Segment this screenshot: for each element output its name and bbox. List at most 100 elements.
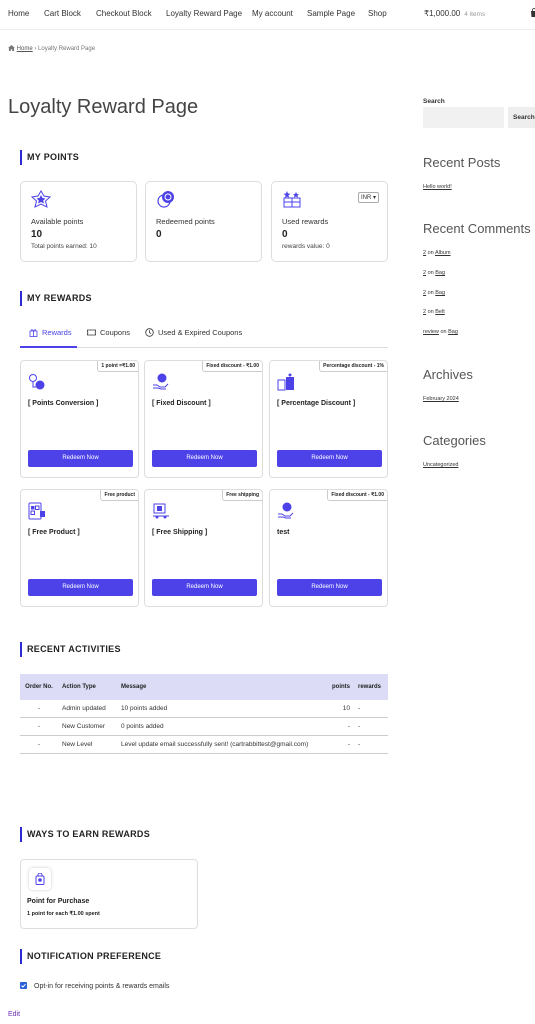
comment-author[interactable]: 2 — [423, 290, 426, 296]
category-link[interactable]: Uncategorized — [423, 462, 458, 468]
search-input[interactable] — [423, 107, 504, 128]
reward-card-test: Fixed discount - ₹1.00 test Redeem Now — [269, 489, 388, 607]
optin-checkbox[interactable] — [20, 982, 27, 989]
available-points-value: 10 — [31, 229, 43, 240]
reward-card-percentage-discount: Percentage discount - 1% [ Percentage Di… — [269, 360, 388, 478]
cell-action: New Level — [58, 735, 117, 754]
comment-post-link[interactable]: Album — [435, 250, 451, 256]
nav-checkout-block[interactable]: Checkout Block — [96, 9, 152, 18]
recent-comments-heading: Recent Comments — [423, 221, 531, 236]
tab-coupons[interactable]: Coupons — [87, 328, 130, 337]
comment-author[interactable]: 2 — [423, 270, 426, 276]
redeem-now-button[interactable]: Redeem Now — [277, 579, 382, 596]
nav-loyalty-reward-page[interactable]: Loyalty Reward Page — [166, 9, 242, 18]
currency-select[interactable]: INR ▾ — [357, 192, 379, 203]
cell-points: - — [316, 717, 354, 736]
cart-total: ₹1,000.00 — [424, 9, 461, 18]
home-icon — [8, 45, 15, 51]
categories-heading: Categories — [423, 433, 486, 448]
product-grid-icon — [28, 502, 45, 520]
tab-rewards-label: Rewards — [42, 328, 72, 337]
reward-card-free-shipping: Free shipping [ Free Shipping ] Redeem N… — [144, 489, 263, 607]
breadcrumb: Home › Loyalty Reward Page — [8, 45, 95, 52]
search-button[interactable]: Search — [508, 107, 535, 128]
my-points-heading: MY POINTS — [20, 150, 79, 165]
recent-comment-item: 2 on Belt — [423, 309, 445, 315]
reward-name: [ Percentage Discount ] — [277, 400, 356, 407]
nav-cart-block[interactable]: Cart Block — [44, 9, 81, 18]
reward-badge: Fixed discount - ₹1.00 — [202, 361, 262, 372]
table-row: - New Level Level update email successfu… — [20, 735, 388, 754]
archive-month[interactable]: February 2024 — [423, 396, 459, 402]
breadcrumb-current: Loyalty Reward Page — [38, 46, 96, 52]
redeem-now-button[interactable]: Redeem Now — [277, 450, 382, 467]
checkmark-icon — [21, 983, 26, 988]
comment-post-link[interactable]: Bag — [435, 270, 445, 276]
comment-author[interactable]: 2 — [423, 250, 426, 256]
gift-icon — [29, 329, 38, 337]
notification-preference-heading: NOTIFICATION PREFERENCE — [20, 949, 161, 964]
cell-rewards: - — [354, 735, 388, 754]
shopping-bag-icon[interactable] — [529, 8, 535, 18]
recent-post-link[interactable]: Hello world! — [423, 184, 452, 190]
optin-row: Opt-in for receiving points & rewards em… — [20, 982, 169, 990]
earn-icon-wrapper — [29, 868, 51, 890]
recent-posts-heading: Recent Posts — [423, 155, 501, 170]
reward-card-fixed-discount: Fixed discount - ₹1.00 [ Fixed Discount … — [144, 360, 263, 478]
comment-on: on — [440, 329, 447, 335]
comment-on: on — [427, 270, 434, 276]
recent-activities-table: Order No. Action Type Message points rew… — [20, 674, 388, 754]
search-label: Search — [423, 98, 445, 105]
available-points-label: Available points — [31, 217, 84, 226]
category-name[interactable]: Uncategorized — [423, 462, 458, 468]
redeem-now-button[interactable]: Redeem Now — [28, 579, 133, 596]
table-row: - New Customer 0 points added - - — [20, 717, 388, 736]
reward-badge: Fixed discount - ₹1.00 — [327, 490, 387, 501]
optin-label[interactable]: Opt-in for receiving points & rewards em… — [34, 983, 169, 990]
coin-exchange-icon — [29, 374, 45, 390]
edit-link[interactable]: Edit — [8, 1011, 20, 1018]
coins-icon — [157, 191, 174, 208]
active-tab-indicator — [20, 346, 77, 348]
breadcrumb-home-link[interactable]: Home — [17, 46, 33, 52]
reward-badge: 1 point =₹1.00 — [97, 361, 138, 372]
shopping-bag-icon — [35, 873, 45, 885]
comment-post-link[interactable]: Bag — [448, 329, 458, 335]
tab-used-expired-coupons[interactable]: Used & Expired Coupons — [145, 328, 242, 337]
recent-comment-item: 2 on Album — [423, 250, 451, 256]
ways-to-earn-heading: WAYS TO EARN REWARDS — [20, 827, 150, 842]
nav-my-account[interactable]: My account — [252, 9, 293, 18]
reward-badge: Free shipping — [222, 490, 262, 501]
nav-home[interactable]: Home — [8, 9, 29, 18]
comment-author[interactable]: review — [423, 329, 439, 335]
used-rewards-value: 0 — [282, 229, 288, 240]
redeem-now-button[interactable]: Redeem Now — [28, 450, 133, 467]
redeemed-points-card: Redeemed points 0 — [145, 181, 262, 262]
breadcrumb-separator: › — [34, 46, 37, 52]
nav-sample-page[interactable]: Sample Page — [307, 9, 355, 18]
nav-shop[interactable]: Shop — [368, 9, 387, 18]
redeemed-points-label: Redeemed points — [156, 217, 215, 226]
tab-rewards[interactable]: Rewards — [29, 328, 72, 337]
cell-order: - — [20, 735, 58, 754]
recent-post-title[interactable]: Hello world! — [423, 184, 452, 190]
cart-summary[interactable]: ₹1,000.00 4 items — [424, 9, 485, 18]
recent-comment-item: 2 on Bag — [423, 290, 445, 296]
comment-post-link[interactable]: Bag — [435, 290, 445, 296]
redeem-now-button[interactable]: Redeem Now — [152, 579, 257, 596]
my-rewards-heading: MY REWARDS — [20, 291, 92, 306]
shopping-tags-icon — [277, 373, 294, 391]
comment-on: on — [427, 309, 434, 315]
table-row: - Admin updated 10 points added 10 - — [20, 700, 388, 718]
cell-action: Admin updated — [58, 700, 117, 718]
comment-author[interactable]: 2 — [423, 309, 426, 315]
redeem-now-button[interactable]: Redeem Now — [152, 450, 257, 467]
star-badge-icon — [31, 190, 51, 208]
col-action-type: Action Type — [58, 674, 117, 700]
recent-comment-item: review on Bag — [423, 329, 458, 335]
available-points-card: Available points 10 Total points earned:… — [20, 181, 137, 262]
archives-heading: Archives — [423, 367, 473, 382]
archive-link[interactable]: February 2024 — [423, 396, 459, 402]
rewards-tabs: Rewards Coupons Used & Expired Coupons — [20, 322, 388, 348]
comment-post-link[interactable]: Belt — [435, 309, 444, 315]
